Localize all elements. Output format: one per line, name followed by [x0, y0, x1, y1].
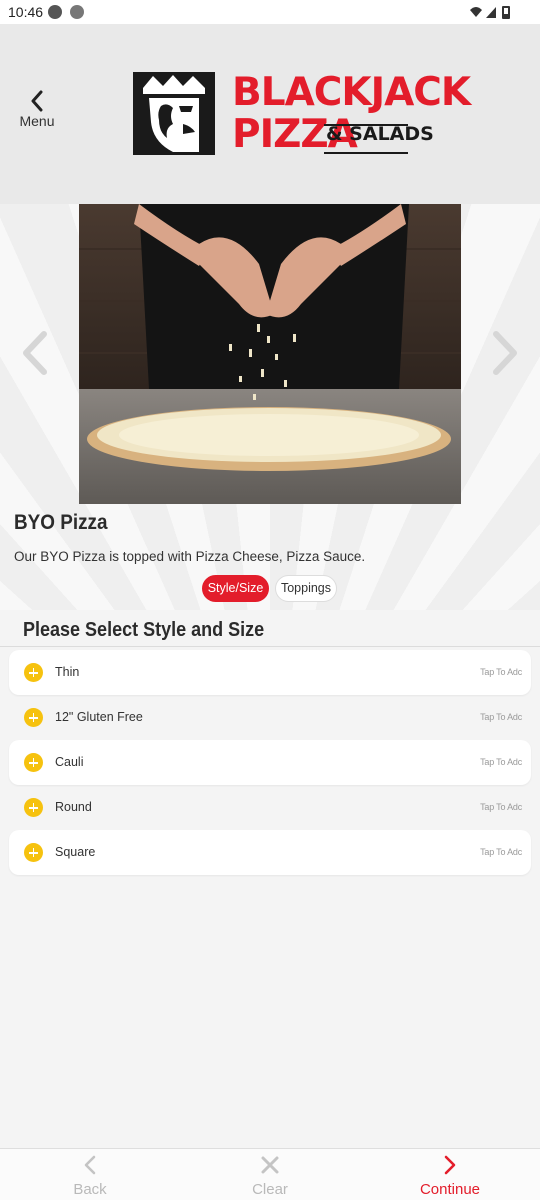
- back-label: Back: [73, 1181, 107, 1198]
- continue-button[interactable]: Continue: [390, 1149, 510, 1200]
- option-label: Thin: [55, 665, 80, 679]
- previous-arrow-icon[interactable]: [18, 330, 52, 376]
- option-round[interactable]: Round Tap To Adc: [9, 785, 531, 830]
- plus-icon: [24, 708, 43, 727]
- continue-label: Continue: [419, 1181, 481, 1198]
- chevron-right-icon: [444, 1155, 456, 1175]
- option-label: Square: [55, 845, 96, 859]
- option-label: Cauli: [55, 755, 84, 769]
- signal-battery-icons: [470, 6, 510, 19]
- option-cauli[interactable]: Cauli Tap To Adc: [9, 740, 531, 785]
- menu-label: Menu: [19, 113, 55, 129]
- pizza-photo: [79, 204, 461, 504]
- section-divider: [0, 646, 540, 647]
- chevron-left-icon: [31, 90, 43, 112]
- clear-button[interactable]: Clear: [210, 1149, 330, 1200]
- brand-logo: BLACKJACK PIZZA & SALADS: [133, 70, 471, 157]
- tab-style-size[interactable]: Style/Size: [202, 575, 269, 602]
- plus-icon: [24, 663, 43, 682]
- status-bar: 10:46: [0, 0, 540, 24]
- logo-rule-bottom: [324, 152, 408, 154]
- section-title: Please Select Style and Size: [23, 619, 265, 641]
- logo-subtext: & SALADS: [326, 123, 434, 145]
- plus-icon: [24, 753, 43, 772]
- option-hint: Tap To Adc: [480, 757, 522, 767]
- plus-icon: [24, 843, 43, 862]
- option-thin[interactable]: Thin Tap To Adc: [9, 650, 531, 695]
- bottom-action-bar: Back Clear Continue: [0, 1148, 540, 1200]
- option-hint: Tap To Adc: [480, 802, 522, 812]
- option-hint: Tap To Adc: [480, 847, 522, 857]
- item-description: Our BYO Pizza is topped with Pizza Chees…: [14, 549, 366, 564]
- sync-icon: [48, 5, 62, 19]
- settings-icon: [70, 5, 84, 19]
- tab-toppings[interactable]: Toppings: [275, 575, 337, 602]
- chevron-left-icon: [84, 1155, 96, 1175]
- header: Menu BLACKJACK PIZZA & SALADS: [0, 24, 540, 204]
- king-emblem-icon: [133, 72, 215, 155]
- item-hero: BYO Pizza Our BYO Pizza is topped with P…: [0, 204, 540, 610]
- option-square[interactable]: Square Tap To Adc: [9, 830, 531, 875]
- status-time: 10:46: [8, 4, 44, 20]
- menu-button[interactable]: Menu: [16, 90, 58, 138]
- option-label: 12" Gluten Free: [55, 710, 143, 724]
- next-arrow-icon[interactable]: [488, 330, 522, 376]
- plus-icon: [24, 798, 43, 817]
- option-gluten-free[interactable]: 12" Gluten Free Tap To Adc: [9, 695, 531, 740]
- option-hint: Tap To Adc: [480, 667, 522, 677]
- clear-label: Clear: [252, 1181, 288, 1198]
- option-label: Round: [55, 800, 92, 814]
- option-hint: Tap To Adc: [480, 712, 522, 722]
- item-title: BYO Pizza: [14, 511, 108, 534]
- close-icon: [261, 1156, 279, 1174]
- back-button[interactable]: Back: [30, 1149, 150, 1200]
- logo-text-line1: BLACKJACK: [232, 70, 471, 115]
